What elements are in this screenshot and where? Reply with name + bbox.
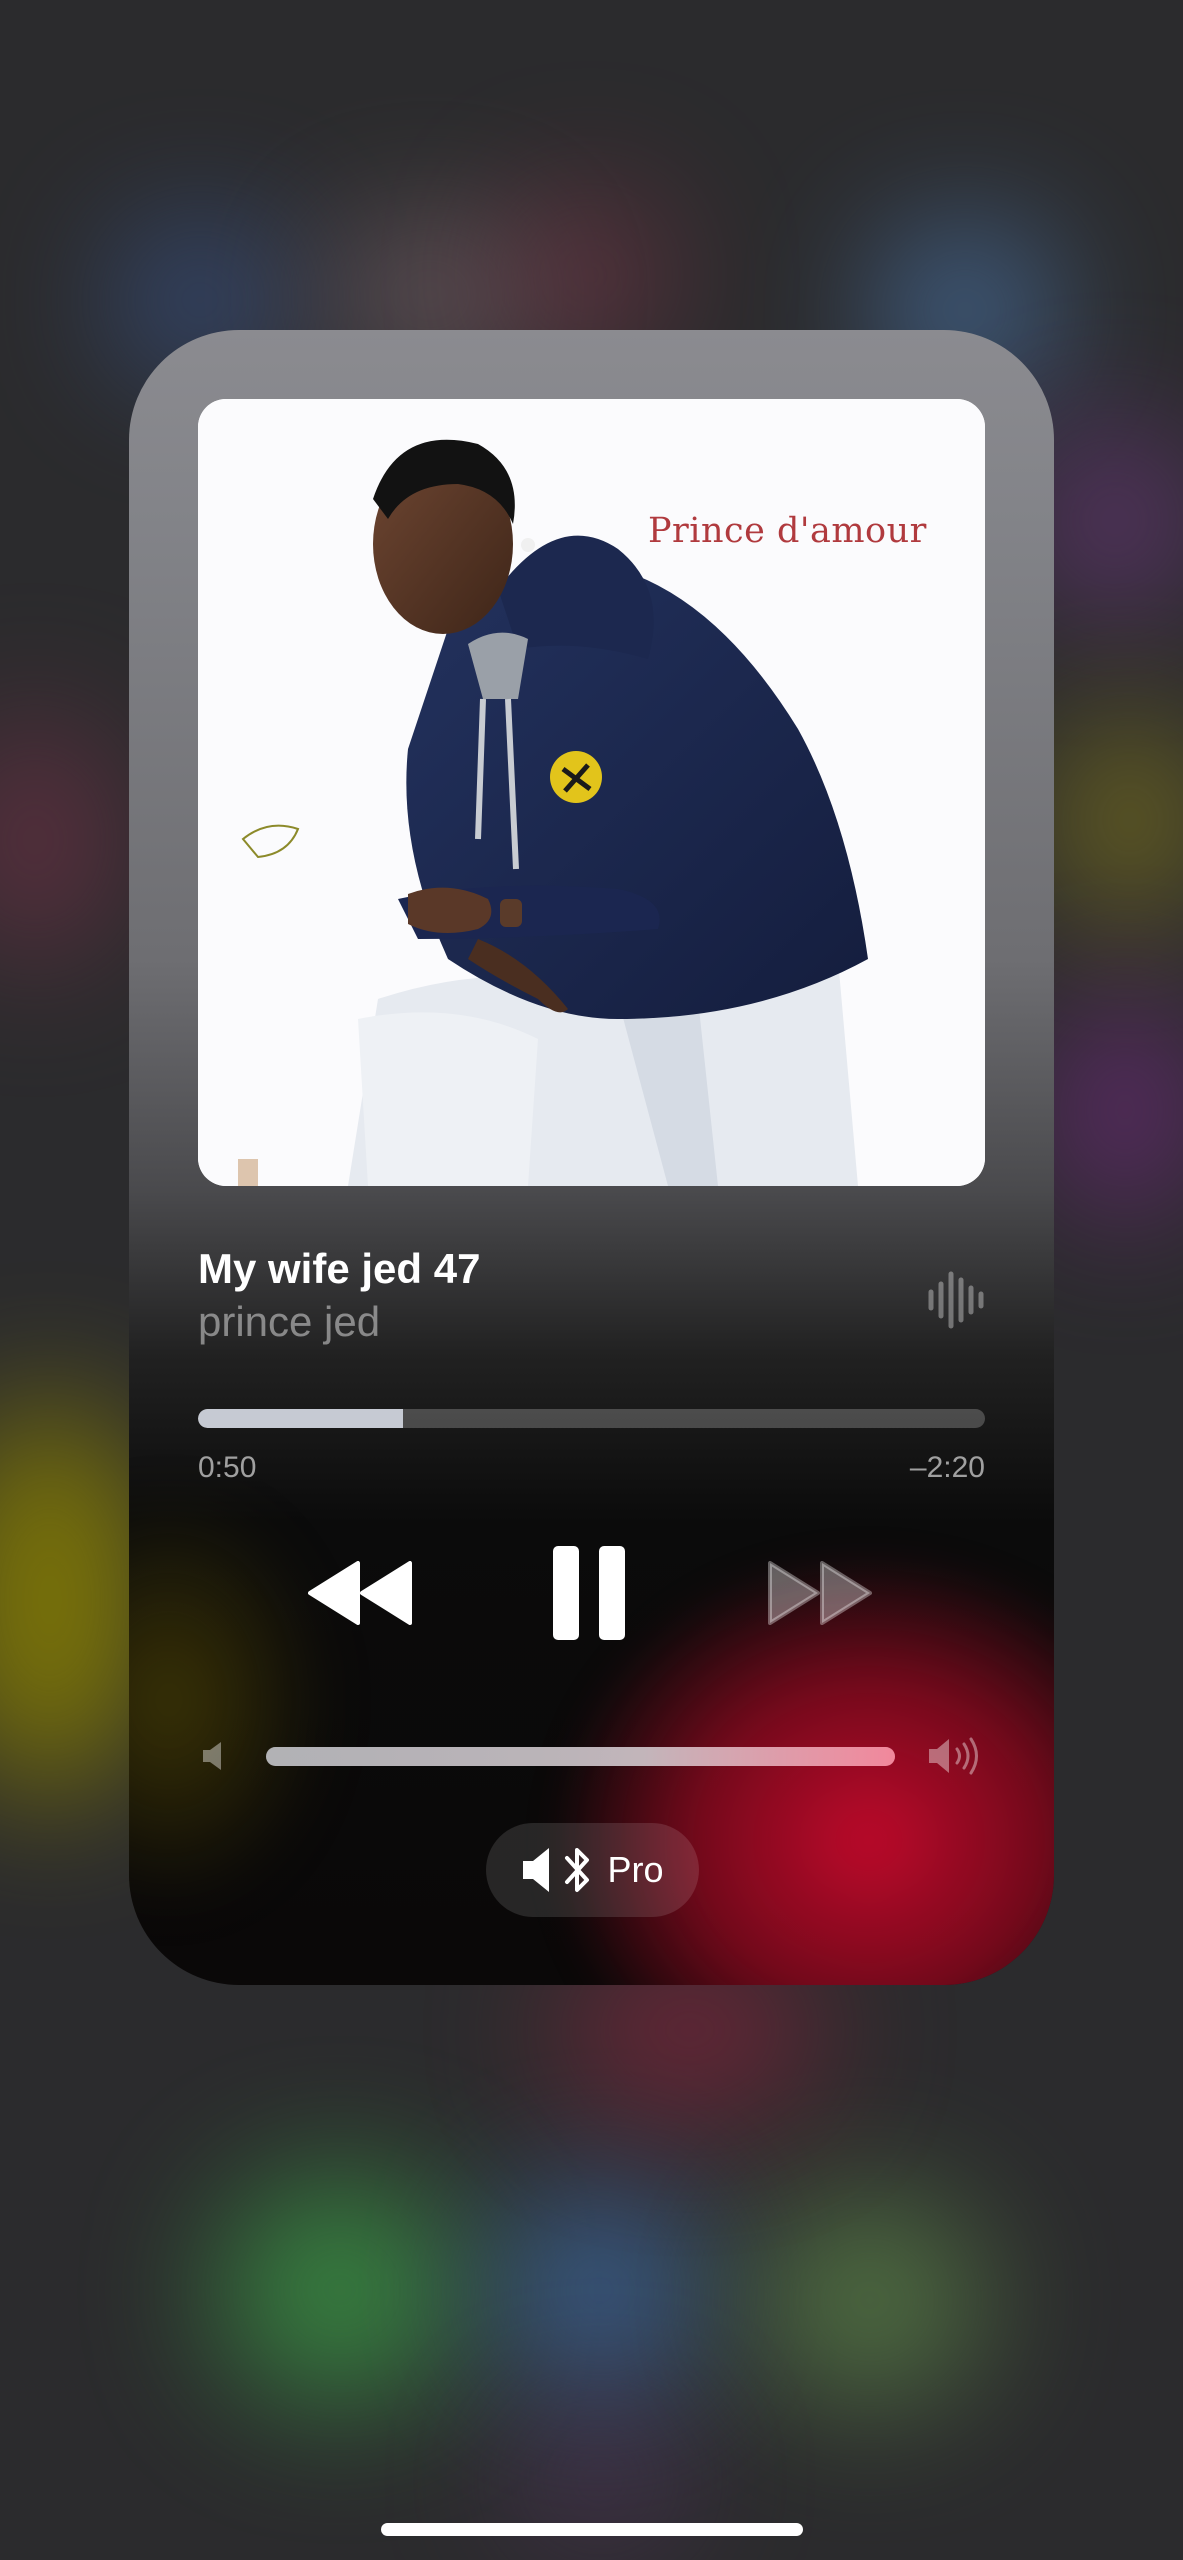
volume-max-icon xyxy=(925,1734,985,1778)
blurred-app-icon xyxy=(520,200,660,350)
blurred-dock-icon xyxy=(760,2200,980,2400)
blurred-app-icon xyxy=(1040,430,1183,610)
blurred-dock-icon xyxy=(220,2180,460,2400)
pause-button[interactable] xyxy=(534,1540,644,1645)
artwork-caption: Prince d'amour xyxy=(648,511,927,551)
volume-slider[interactable] xyxy=(266,1747,895,1766)
speaker-bluetooth-icon xyxy=(523,1848,590,1892)
blurred-app-icon xyxy=(520,2420,680,2540)
home-indicator[interactable] xyxy=(381,2523,803,2536)
card-glow xyxy=(129,1490,329,1910)
blurred-app-icon xyxy=(1060,1000,1183,1220)
forward-icon xyxy=(768,1560,872,1625)
track-artist[interactable]: prince jed xyxy=(198,1298,380,1346)
forward-button[interactable] xyxy=(765,1545,875,1640)
blurred-dock-icon xyxy=(500,2190,700,2390)
blurred-app-icon xyxy=(1060,720,1183,920)
playback-progress-fill xyxy=(198,1409,403,1428)
audio-output-label: Pro xyxy=(607,1849,664,1890)
volume-level-fill xyxy=(266,1747,895,1766)
audio-output-button[interactable]: Pro xyxy=(486,1823,699,1917)
track-title[interactable]: My wife jed 47 xyxy=(198,1245,480,1293)
volume-min-icon xyxy=(197,1738,227,1774)
blurred-app-icon xyxy=(0,720,110,960)
now-playing-card: Prince d'amour My wife jed 47 prince jed… xyxy=(129,330,1054,1985)
pause-icon xyxy=(553,1545,625,1640)
playback-scrubber[interactable] xyxy=(198,1409,985,1428)
elapsed-time: 0:50 xyxy=(198,1451,257,1484)
remaining-time: –2:20 xyxy=(909,1451,985,1484)
backward-icon xyxy=(308,1560,412,1625)
rewind-button[interactable] xyxy=(305,1545,415,1640)
waveform-icon[interactable] xyxy=(925,1270,985,1330)
album-artwork[interactable]: Prince d'amour xyxy=(198,399,985,1186)
